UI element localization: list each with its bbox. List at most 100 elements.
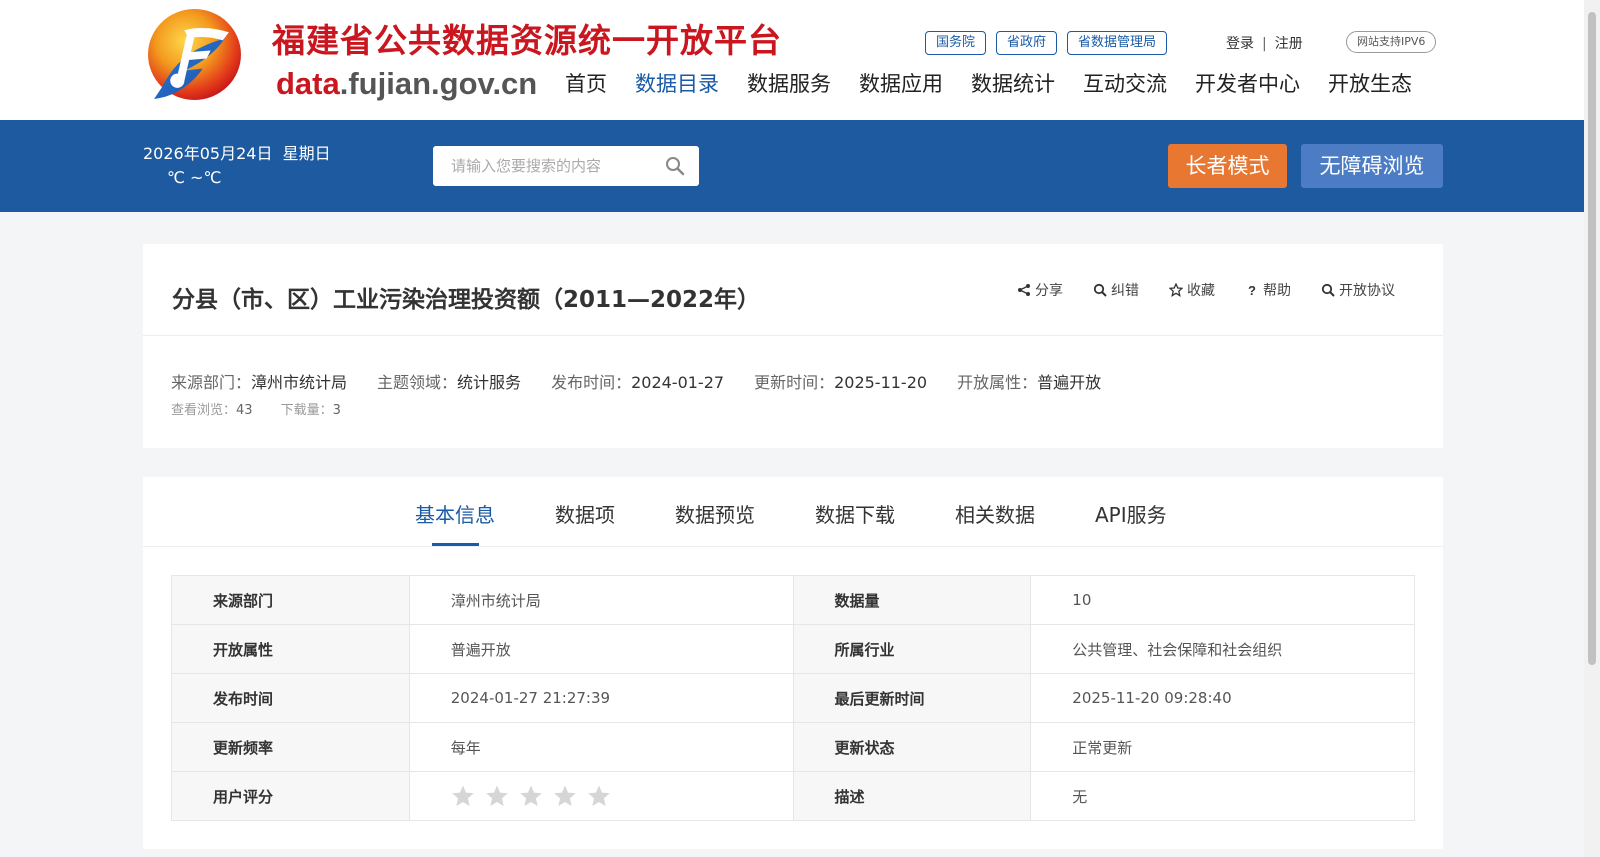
- table-key: 用户评分: [171, 771, 410, 821]
- stat-downloads-value: 3: [332, 403, 341, 418]
- weekday-text: 星期日: [282, 144, 331, 163]
- nav-home[interactable]: 首页: [565, 68, 607, 98]
- report-error-action[interactable]: 纠错: [1093, 280, 1139, 300]
- stat-views: 查看浏览：43: [171, 399, 253, 418]
- table-key: 更新频率: [171, 722, 410, 772]
- stat-downloads-label: 下载量：: [280, 403, 333, 418]
- rating-star-icon[interactable]: [519, 784, 543, 808]
- stat-views-value: 43: [236, 403, 253, 418]
- nav-developer-center[interactable]: 开发者中心: [1195, 68, 1300, 98]
- site-logo[interactable]: [143, 8, 246, 105]
- star-icon: [1169, 283, 1183, 297]
- gov-link-provincial-government[interactable]: 省政府: [996, 31, 1058, 55]
- gov-link-state-council[interactable]: 国务院: [925, 31, 987, 55]
- auth-separator: |: [1262, 36, 1267, 52]
- dataset-stats: 查看浏览：43 下载量：3: [171, 399, 341, 418]
- accessible-browse-button[interactable]: 无障碍浏览: [1301, 144, 1443, 188]
- stat-downloads: 下载量：3: [281, 399, 341, 418]
- table-row: 开放属性 普遍开放 所属行业 公共管理、社会保障和社会组织: [171, 624, 1415, 674]
- table-key: 最后更新时间: [792, 673, 1032, 723]
- favorite-action[interactable]: 收藏: [1169, 280, 1215, 300]
- tab-api-service[interactable]: API服务: [1095, 499, 1167, 528]
- table-row: 发布时间 2024-01-27 21:27:39 最后更新时间 2025-11-…: [171, 673, 1415, 723]
- share-label: 分享: [1035, 283, 1063, 299]
- nav-data-catalog[interactable]: 数据目录: [635, 68, 719, 98]
- temperature-display: ℃ ~℃: [167, 168, 222, 187]
- dataset-header-card: 分县（市、区）工业污染治理投资额（2011—2022年） 分享 纠错 收藏 ? …: [143, 244, 1443, 448]
- auth-links: 登录 | 注册: [1226, 33, 1303, 53]
- elder-mode-button[interactable]: 长者模式: [1168, 144, 1287, 188]
- svg-text:?: ?: [1248, 283, 1256, 297]
- tab-data-download[interactable]: 数据下载: [815, 499, 895, 528]
- nav-data-statistics[interactable]: 数据统计: [971, 68, 1055, 98]
- meta-publish-label: 发布时间：: [551, 373, 632, 392]
- rating-star-icon[interactable]: [485, 784, 509, 808]
- site-domain: data.fujian.gov.cn: [276, 66, 537, 102]
- table-value: 无: [1030, 771, 1415, 821]
- table-row: 来源部门 漳州市统计局 数据量 10: [171, 575, 1415, 625]
- open-license-label: 开放协议: [1339, 283, 1395, 299]
- tab-basic-info[interactable]: 基本信息: [415, 499, 495, 528]
- search-box: [433, 146, 699, 186]
- scrollbar-thumb[interactable]: [1588, 12, 1596, 665]
- search-icon: [1321, 283, 1335, 297]
- help-action[interactable]: ? 帮助: [1245, 280, 1291, 300]
- search-input[interactable]: [433, 146, 653, 186]
- table-key: 来源部门: [171, 575, 410, 625]
- date-text: 2026年05月24日: [143, 144, 273, 163]
- meta-open-label: 开放属性：: [957, 373, 1038, 392]
- meta-update: 更新时间：2025-11-20: [754, 369, 927, 393]
- table-value: 2025-11-20 09:28:40: [1030, 673, 1415, 723]
- table-key: 发布时间: [171, 673, 410, 723]
- meta-publish: 发布时间：2024-01-27: [551, 369, 724, 393]
- meta-open: 开放属性：普遍开放: [957, 369, 1101, 393]
- nav-open-ecosystem[interactable]: 开放生态: [1328, 68, 1412, 98]
- table-value: 10: [1030, 575, 1415, 625]
- rating-star-icon[interactable]: [553, 784, 577, 808]
- search-icon: [1093, 283, 1107, 297]
- meta-update-label: 更新时间：: [754, 373, 835, 392]
- table-value: 2024-01-27 21:27:39: [408, 673, 794, 723]
- gov-link-data-bureau[interactable]: 省数据管理局: [1067, 31, 1168, 55]
- table-key: 描述: [792, 771, 1032, 821]
- site-title: 福建省公共数据资源统一开放平台: [272, 21, 782, 60]
- table-key: 开放属性: [171, 624, 410, 674]
- stat-views-label: 查看浏览：: [171, 403, 237, 418]
- basic-info-table: 来源部门 漳州市统计局 数据量 10 开放属性 普遍开放 所属行业 公共管理、社…: [171, 575, 1415, 821]
- meta-publish-value: 2024-01-27: [631, 373, 725, 392]
- dataset-meta: 来源部门：漳州市统计局 主题领域：统计服务 发布时间：2024-01-27 更新…: [171, 369, 1101, 393]
- rating-cell: [408, 771, 794, 821]
- nav-data-application[interactable]: 数据应用: [859, 68, 943, 98]
- meta-source-label: 来源部门：: [171, 373, 252, 392]
- register-link[interactable]: 注册: [1275, 36, 1303, 52]
- tab-related-data[interactable]: 相关数据: [955, 499, 1035, 528]
- meta-topic: 主题领域：统计服务: [377, 369, 521, 393]
- dataset-actions: 分享 纠错 收藏 ? 帮助 开放协议: [1017, 280, 1395, 300]
- tab-data-items[interactable]: 数据项: [555, 499, 615, 528]
- open-license-action[interactable]: 开放协议: [1321, 280, 1395, 300]
- rating-star-icon[interactable]: [587, 784, 611, 808]
- page-scrollbar[interactable]: [1584, 0, 1600, 857]
- search-icon[interactable]: [665, 156, 685, 176]
- main-nav: 首页 数据目录 数据服务 数据应用 数据统计 互动交流 开发者中心 开放生态: [565, 68, 1412, 98]
- favorite-label: 收藏: [1187, 283, 1215, 299]
- meta-source-value: 漳州市统计局: [251, 373, 348, 392]
- meta-update-value: 2025-11-20: [834, 373, 928, 392]
- domain-prefix: data: [276, 66, 340, 101]
- meta-source: 来源部门：漳州市统计局: [171, 369, 347, 393]
- nav-interaction[interactable]: 互动交流: [1083, 68, 1167, 98]
- share-action[interactable]: 分享: [1017, 280, 1063, 300]
- rating-star-icon[interactable]: [451, 784, 475, 808]
- table-value: 公共管理、社会保障和社会组织: [1030, 624, 1415, 674]
- domain-rest: .fujian.gov.cn: [339, 66, 538, 101]
- login-link[interactable]: 登录: [1226, 36, 1254, 52]
- share-icon: [1018, 284, 1030, 296]
- site-header: 福建省公共数据资源统一开放平台 data.fujian.gov.cn 国务院 省…: [0, 0, 1584, 120]
- meta-open-value: 普遍开放: [1037, 373, 1102, 392]
- nav-data-service[interactable]: 数据服务: [747, 68, 831, 98]
- table-key: 更新状态: [792, 722, 1032, 772]
- meta-topic-value: 统计服务: [457, 373, 522, 392]
- tab-data-preview[interactable]: 数据预览: [675, 499, 755, 528]
- table-key: 数据量: [792, 575, 1032, 625]
- table-row: 更新频率 每年 更新状态 正常更新: [171, 722, 1415, 772]
